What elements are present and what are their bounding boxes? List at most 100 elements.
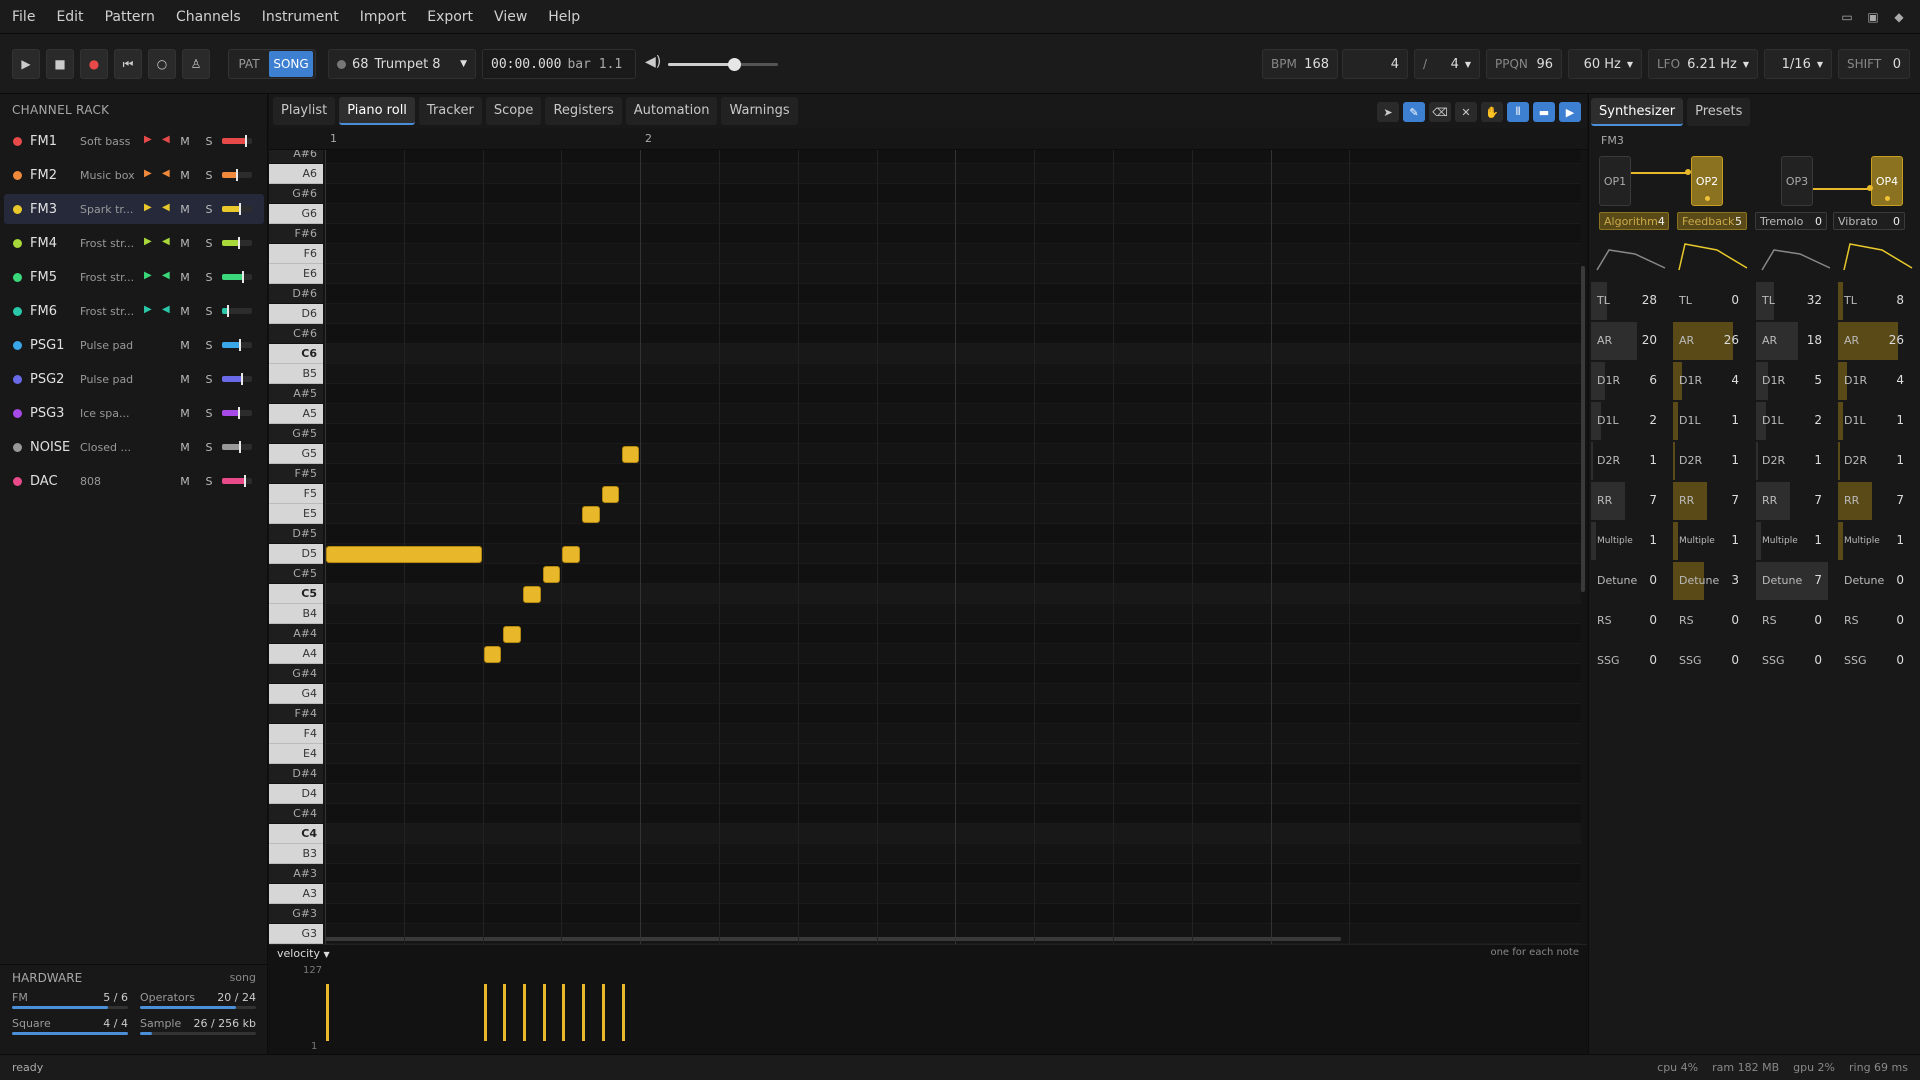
- channel-row[interactable]: FM6 Frost str... ▶ ◀ M S: [4, 296, 264, 326]
- note[interactable]: [562, 546, 581, 563]
- lfo-select[interactable]: LFO 6.21 Hz ▼: [1648, 49, 1758, 79]
- piano-key[interactable]: F#6: [269, 224, 323, 244]
- piano-key[interactable]: B5: [269, 364, 323, 384]
- param-cell[interactable]: RR 7: [1591, 482, 1663, 520]
- param-cell[interactable]: D1L 1: [1838, 402, 1910, 440]
- channel-volume-thumb[interactable]: [240, 373, 243, 385]
- mute-button[interactable]: M: [176, 302, 194, 320]
- bpm-field[interactable]: BPM 168: [1262, 49, 1338, 79]
- param-cell[interactable]: RS 0: [1673, 602, 1745, 640]
- param-cell[interactable]: D1R 4: [1838, 362, 1910, 400]
- operator-op2-button[interactable]: OP2: [1691, 156, 1723, 206]
- ppqn-field[interactable]: PPQN 96: [1486, 49, 1562, 79]
- mute-button[interactable]: M: [176, 132, 194, 150]
- snap-select[interactable]: 1/16 ▼: [1764, 49, 1832, 79]
- param-cell[interactable]: Detune 0: [1591, 562, 1663, 600]
- param-cell[interactable]: TL 32: [1756, 282, 1828, 320]
- save-icon[interactable]: ▣: [1864, 8, 1882, 26]
- param-cell[interactable]: Detune 7: [1756, 562, 1828, 600]
- param-cell[interactable]: RS 0: [1756, 602, 1828, 640]
- piano-key[interactable]: E4: [269, 744, 323, 764]
- mute-button[interactable]: M: [176, 234, 194, 252]
- channel-volume-slider[interactable]: [222, 271, 252, 283]
- instrument-select[interactable]: 68 Trumpet 8 ▼: [328, 49, 476, 79]
- param-cell[interactable]: RR 7: [1838, 482, 1910, 520]
- note[interactable]: [582, 506, 600, 523]
- piano-key[interactable]: D#5: [269, 524, 323, 544]
- velocity-bar[interactable]: [562, 984, 566, 1041]
- eraser-tool-icon[interactable]: ⌫: [1429, 102, 1451, 122]
- param-cell[interactable]: D2R 1: [1838, 442, 1910, 480]
- pan-left-icon[interactable]: ◀: [162, 236, 170, 247]
- note[interactable]: [542, 566, 561, 583]
- pan-right-icon[interactable]: ▶: [144, 168, 152, 179]
- menu-help[interactable]: Help: [536, 9, 589, 25]
- channel-instrument[interactable]: Frost str...: [80, 237, 136, 250]
- piano-key[interactable]: C#4: [269, 804, 323, 824]
- piano-key[interactable]: G#6: [269, 184, 323, 204]
- pan-left-icon[interactable]: ◀: [162, 270, 170, 281]
- mute-button[interactable]: M: [176, 166, 194, 184]
- velocity-bar[interactable]: [326, 984, 329, 1041]
- piano-key[interactable]: A5: [269, 404, 323, 424]
- channel-instrument[interactable]: Frost str...: [80, 271, 136, 284]
- piano-key[interactable]: E5: [269, 504, 323, 524]
- piano-key[interactable]: D6: [269, 304, 323, 324]
- channel-instrument[interactable]: Frost str...: [80, 305, 136, 318]
- velocity-bar[interactable]: [503, 984, 507, 1041]
- metronome-button[interactable]: ♙: [182, 49, 210, 79]
- channel-instrument[interactable]: Ice spa...: [80, 407, 136, 420]
- pan-left-icon[interactable]: ◀: [162, 304, 170, 315]
- piano-key[interactable]: G#3: [269, 904, 323, 924]
- mute-button[interactable]: M: [176, 438, 194, 456]
- channel-row[interactable]: FM1 Soft bass ▶ ◀ M S: [4, 126, 264, 156]
- tab-automation[interactable]: Automation: [625, 97, 718, 125]
- tremolo-field[interactable]: Tremolo 0: [1755, 212, 1827, 230]
- param-cell[interactable]: D1R 5: [1756, 362, 1828, 400]
- song-toggle[interactable]: SONG: [269, 51, 313, 77]
- solo-button[interactable]: S: [200, 200, 218, 218]
- tab-piano-roll[interactable]: Piano roll: [339, 97, 415, 125]
- piano-key[interactable]: C#5: [269, 564, 323, 584]
- solo-button[interactable]: S: [200, 234, 218, 252]
- menu-edit[interactable]: Edit: [44, 9, 92, 25]
- menu-import[interactable]: Import: [348, 9, 415, 25]
- param-cell[interactable]: AR 18: [1756, 322, 1828, 360]
- velocity-bar[interactable]: [601, 984, 605, 1041]
- menu-instrument[interactable]: Instrument: [250, 9, 348, 25]
- rate-select[interactable]: 60 Hz ▼: [1568, 49, 1642, 79]
- note[interactable]: [503, 626, 521, 643]
- vibrato-field[interactable]: Vibrato 0: [1833, 212, 1905, 230]
- menu-channels[interactable]: Channels: [164, 9, 250, 25]
- channel-row[interactable]: FM3 Spark tr... ▶ ◀ M S: [4, 194, 264, 224]
- param-cell[interactable]: D2R 1: [1756, 442, 1828, 480]
- channel-volume-thumb[interactable]: [243, 475, 246, 487]
- param-cell[interactable]: TL 8: [1838, 282, 1910, 320]
- channel-row[interactable]: PSG2 Pulse pad M S: [4, 364, 264, 394]
- piano-key[interactable]: C4: [269, 824, 323, 844]
- channel-volume-thumb[interactable]: [239, 441, 241, 453]
- channel-row[interactable]: FM4 Frost str... ▶ ◀ M S: [4, 228, 264, 258]
- play-button[interactable]: ▶: [12, 49, 40, 79]
- piano-key[interactable]: F#5: [269, 464, 323, 484]
- mute-button[interactable]: M: [176, 268, 194, 286]
- algorithm-field[interactable]: Algorithm 4: [1599, 212, 1669, 230]
- piano-key[interactable]: A#4: [269, 624, 323, 644]
- channel-instrument[interactable]: Soft bass: [80, 135, 136, 148]
- velocity-select[interactable]: velocity ▼: [277, 947, 330, 960]
- solo-button[interactable]: S: [200, 404, 218, 422]
- beats-field[interactable]: 4: [1342, 49, 1408, 79]
- operator-op3-button[interactable]: OP3: [1781, 156, 1813, 206]
- cut-tool-icon[interactable]: ✕: [1455, 102, 1477, 122]
- piano-key[interactable]: G#5: [269, 424, 323, 444]
- folder-icon[interactable]: ▭: [1838, 8, 1856, 26]
- channel-volume-slider[interactable]: [222, 475, 252, 487]
- menu-view[interactable]: View: [482, 9, 536, 25]
- snap-grid-icon[interactable]: ⦀: [1507, 102, 1529, 122]
- mute-button[interactable]: M: [176, 200, 194, 218]
- pencil-tool-icon[interactable]: ✎: [1403, 102, 1425, 122]
- note[interactable]: [326, 546, 482, 563]
- menu-export[interactable]: Export: [415, 9, 482, 25]
- menu-pattern[interactable]: Pattern: [93, 9, 164, 25]
- channel-volume-thumb[interactable]: [227, 305, 229, 317]
